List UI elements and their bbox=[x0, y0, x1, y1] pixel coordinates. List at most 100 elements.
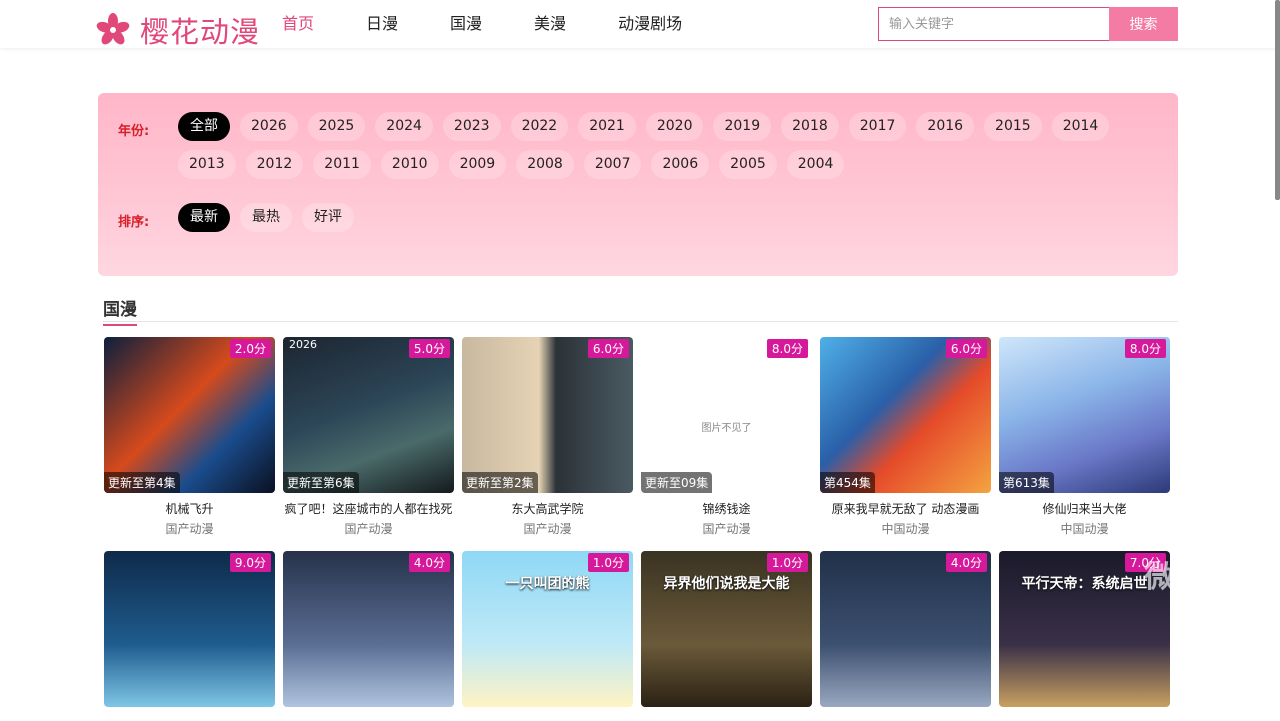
page-scrollbar[interactable] bbox=[1275, 0, 1280, 200]
anime-poster[interactable]: 4.0分 bbox=[283, 551, 454, 707]
score-badge: 8.0分 bbox=[767, 339, 808, 358]
anime-card[interactable]: 图片不见了8.0分更新至09集锦绣钱途国产动漫 bbox=[641, 337, 812, 537]
sort-filter-label: 排序: bbox=[118, 211, 149, 230]
year-filter-label: 年份: bbox=[118, 120, 149, 139]
anime-card[interactable]: 4.0分 bbox=[820, 551, 991, 707]
year-chip[interactable]: 2021 bbox=[578, 112, 636, 141]
year-chip[interactable]: 2014 bbox=[1052, 112, 1110, 141]
year-chip[interactable]: 2008 bbox=[516, 150, 574, 179]
episode-badge: 第613集 bbox=[999, 472, 1054, 493]
year-chip[interactable]: 2020 bbox=[646, 112, 704, 141]
anime-poster[interactable]: 6.0分第454集 bbox=[820, 337, 991, 493]
image-missing-text: 图片不见了 bbox=[641, 419, 812, 434]
anime-title[interactable]: 疯了吧！这座城市的人都在找死 bbox=[283, 500, 454, 517]
year-chip[interactable]: 2018 bbox=[781, 112, 839, 141]
section-divider bbox=[103, 321, 1178, 322]
score-badge: 4.0分 bbox=[409, 553, 450, 572]
anime-category: 国产动漫 bbox=[641, 520, 812, 537]
year-chip[interactable]: 2016 bbox=[916, 112, 974, 141]
watermark-tag: WXCHA bbox=[1208, 572, 1258, 585]
anime-card[interactable]: 20265.0分更新至第6集疯了吧！这座城市的人都在找死国产动漫 bbox=[283, 337, 454, 537]
anime-card[interactable]: 一只叫团的熊1.0分 bbox=[462, 551, 633, 707]
site-header: 樱花动漫 首页 日漫 国漫 美漫 动漫剧场 搜索 bbox=[0, 0, 1280, 48]
anime-title[interactable]: 原来我早就无敌了 动态漫画 bbox=[820, 500, 991, 517]
score-badge: 1.0分 bbox=[767, 553, 808, 572]
anime-poster[interactable]: 图片不见了8.0分更新至09集 bbox=[641, 337, 812, 493]
sort-filter-options: 最新最热好评 bbox=[178, 203, 1138, 241]
anime-poster[interactable]: 一只叫团的熊1.0分 bbox=[462, 551, 633, 707]
year-chip[interactable]: 2022 bbox=[511, 112, 569, 141]
sort-chip[interactable]: 最热 bbox=[240, 203, 292, 232]
anime-grid: 2.0分更新至第4集机械飞升国产动漫20265.0分更新至第6集疯了吧！这座城市… bbox=[104, 337, 1184, 721]
score-badge: 5.0分 bbox=[409, 339, 450, 358]
year-chip[interactable]: 2010 bbox=[381, 150, 439, 179]
site-logo[interactable]: 樱花动漫 bbox=[96, 9, 260, 51]
year-chip[interactable]: 2015 bbox=[984, 112, 1042, 141]
anime-card[interactable]: 6.0分第454集原来我早就无敌了 动态漫画中国动漫 bbox=[820, 337, 991, 537]
year-chip[interactable]: 2013 bbox=[178, 150, 236, 179]
year-chip[interactable]: 2024 bbox=[375, 112, 433, 141]
sort-chip[interactable]: 好评 bbox=[302, 203, 354, 232]
year-chip[interactable]: 2025 bbox=[308, 112, 366, 141]
anime-title[interactable]: 修仙归来当大佬 bbox=[999, 500, 1170, 517]
nav-item-home[interactable]: 首页 bbox=[282, 13, 314, 35]
year-chip[interactable]: 2004 bbox=[787, 150, 845, 179]
anime-category: 国产动漫 bbox=[104, 520, 275, 537]
anime-poster[interactable]: 2.0分更新至第4集 bbox=[104, 337, 275, 493]
anime-title[interactable]: 东大高武学院 bbox=[462, 500, 633, 517]
episode-badge: 更新至第2集 bbox=[462, 472, 538, 493]
year-chip[interactable]: 2005 bbox=[719, 150, 777, 179]
anime-poster[interactable]: 20265.0分更新至第6集 bbox=[283, 337, 454, 493]
anime-card[interactable]: 2.0分更新至第4集机械飞升国产动漫 bbox=[104, 337, 275, 537]
anime-title[interactable]: 锦绣钱途 bbox=[641, 500, 812, 517]
nav-item-chinese-anime[interactable]: 国漫 bbox=[450, 13, 482, 35]
watermark: 微茶 WXCHA bbox=[1144, 552, 1258, 596]
anime-category: 中国动漫 bbox=[999, 520, 1170, 537]
anime-poster[interactable]: 4.0分 bbox=[820, 551, 991, 707]
search-input[interactable] bbox=[878, 7, 1109, 41]
nav-item-anime-theater[interactable]: 动漫剧场 bbox=[618, 13, 682, 35]
episode-badge: 更新至第4集 bbox=[104, 472, 180, 493]
anime-poster[interactable]: 9.0分 bbox=[104, 551, 275, 707]
year-chip[interactable]: 2006 bbox=[651, 150, 709, 179]
year-chip[interactable]: 全部 bbox=[178, 112, 230, 141]
year-chip[interactable]: 2012 bbox=[246, 150, 304, 179]
year-filter-options: 全部20262025202420232022202120202019201820… bbox=[178, 112, 1138, 188]
search-button[interactable]: 搜索 bbox=[1109, 7, 1178, 41]
sort-chip[interactable]: 最新 bbox=[178, 203, 230, 232]
anime-card[interactable]: 6.0分更新至第2集东大高武学院国产动漫 bbox=[462, 337, 633, 537]
score-badge: 8.0分 bbox=[1125, 339, 1166, 358]
nav-item-japanese-anime[interactable]: 日漫 bbox=[366, 13, 398, 35]
anime-card[interactable]: 9.0分 bbox=[104, 551, 275, 707]
logo-text: 樱花动漫 bbox=[140, 9, 260, 51]
anime-category: 国产动漫 bbox=[462, 520, 633, 537]
year-chip[interactable]: 2019 bbox=[713, 112, 771, 141]
nav-item-american-anime[interactable]: 美漫 bbox=[534, 13, 566, 35]
anime-poster[interactable]: 异界他们说我是大能1.0分 bbox=[641, 551, 812, 707]
score-badge: 1.0分 bbox=[588, 553, 629, 572]
year-chip[interactable]: 2009 bbox=[449, 150, 507, 179]
anime-poster[interactable]: 8.0分第613集 bbox=[999, 337, 1170, 493]
year-chip[interactable]: 2026 bbox=[240, 112, 298, 141]
anime-category: 中国动漫 bbox=[820, 520, 991, 537]
anime-card[interactable]: 异界他们说我是大能1.0分 bbox=[641, 551, 812, 707]
score-badge: 4.0分 bbox=[946, 553, 987, 572]
year-chip[interactable]: 2011 bbox=[313, 150, 371, 179]
anime-title[interactable]: 机械飞升 bbox=[104, 500, 275, 517]
anime-category: 国产动漫 bbox=[283, 520, 454, 537]
anime-card[interactable]: 4.0分 bbox=[283, 551, 454, 707]
anime-card[interactable]: 8.0分第613集修仙归来当大佬中国动漫 bbox=[999, 337, 1170, 537]
poster-overlay-title: 异界他们说我是大能 bbox=[641, 573, 812, 593]
year-chip[interactable]: 2023 bbox=[443, 112, 501, 141]
score-badge: 9.0分 bbox=[230, 553, 271, 572]
episode-badge: 第454集 bbox=[820, 472, 875, 493]
year-chip[interactable]: 2017 bbox=[849, 112, 907, 141]
year-chip[interactable]: 2007 bbox=[584, 150, 642, 179]
poster-corner-text: 2026 bbox=[289, 338, 317, 351]
score-badge: 6.0分 bbox=[946, 339, 987, 358]
poster-overlay-title: 一只叫团的熊 bbox=[462, 573, 633, 593]
score-badge: 6.0分 bbox=[588, 339, 629, 358]
anime-poster[interactable]: 6.0分更新至第2集 bbox=[462, 337, 633, 493]
watermark-text: 微茶 bbox=[1144, 560, 1204, 595]
main-nav: 首页 日漫 国漫 美漫 动漫剧场 bbox=[282, 13, 734, 35]
